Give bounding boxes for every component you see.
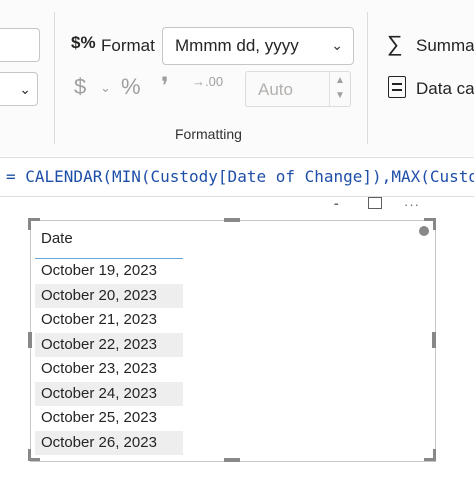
left-input-box[interactable] (0, 28, 40, 62)
formula-bar[interactable]: = CALENDAR(MIN(Custody[Date of Change]),… (0, 157, 474, 197)
format-select-value: Mmmm dd, yyyy (175, 36, 299, 55)
formatting-group-label: Formatting (175, 126, 242, 142)
comma-style-icon[interactable]: ❜ (161, 72, 169, 101)
format-icon: $% (71, 33, 96, 52)
table-row[interactable]: October 24, 2023 (35, 381, 183, 406)
chevron-down-icon: ⌄ (331, 37, 343, 53)
resize-handle-top[interactable] (224, 218, 240, 222)
currency-chevron-icon[interactable]: ⌄ (100, 80, 111, 96)
resize-handle-top-right-v[interactable] (433, 218, 436, 230)
more-options-icon[interactable]: ··· (404, 197, 420, 212)
decimals-text: .00 (205, 74, 224, 89)
table-row[interactable]: October 23, 2023 (35, 357, 183, 382)
ribbon: ⌄ $% Format Mmmm dd, yyyy ⌄ $ ⌄ % ❜ →.00… (0, 0, 474, 156)
formula-text[interactable]: = CALENDAR(MIN(Custody[Date of Change]),… (6, 167, 474, 186)
spin-down-icon[interactable]: ▼ (335, 90, 345, 101)
summarization-label[interactable]: Summa (416, 36, 474, 56)
percent-icon[interactable]: % (121, 74, 141, 100)
table-row[interactable]: October 22, 2023 (35, 332, 183, 357)
resize-handle-top-left-v[interactable] (28, 218, 31, 230)
sigma-icon: ∑ (387, 31, 403, 56)
decimal-places-input[interactable]: Auto ▲ ▼ (245, 71, 351, 107)
format-label: Format (101, 36, 155, 55)
visual-grip-icon[interactable] (419, 226, 429, 236)
spin-up-icon[interactable]: ▲ (335, 75, 345, 86)
chevron-down-icon: ⌄ (19, 81, 31, 97)
table-row[interactable]: October 21, 2023 (35, 308, 183, 333)
resize-handle-left[interactable] (28, 332, 32, 348)
data-category-label[interactable]: Data ca (416, 79, 474, 99)
table-row[interactable]: October 20, 2023 (35, 283, 183, 308)
left-dropdown[interactable]: ⌄ (0, 72, 38, 106)
decimal-places-value: Auto (258, 80, 293, 99)
increase-decimal-icon[interactable]: →.00 (192, 74, 223, 89)
resize-handle-bottom-left-v[interactable] (28, 449, 31, 461)
table-row[interactable]: October 19, 2023 (35, 259, 183, 284)
focus-mode-icon[interactable] (368, 197, 382, 209)
resize-handle-bottom[interactable] (224, 458, 240, 462)
currency-icon[interactable]: $ (74, 74, 86, 100)
decimal-spinner[interactable]: ▲ ▼ (329, 72, 350, 106)
ribbon-divider (367, 12, 368, 144)
table-row[interactable]: October 25, 2023 (35, 406, 183, 431)
column-header-date[interactable]: Date (35, 224, 183, 259)
filter-icon[interactable]: ⁃ (333, 197, 340, 213)
format-select[interactable]: Mmmm dd, yyyy ⌄ (162, 27, 354, 65)
ribbon-divider (54, 12, 55, 144)
table-row[interactable]: October 26, 2023 (35, 430, 183, 455)
resize-handle-right[interactable] (432, 332, 436, 348)
resize-handle-bottom-right-v[interactable] (433, 449, 436, 461)
date-table: Date October 19, 2023 October 20, 2023 O… (35, 224, 183, 455)
data-category-icon (388, 76, 406, 98)
